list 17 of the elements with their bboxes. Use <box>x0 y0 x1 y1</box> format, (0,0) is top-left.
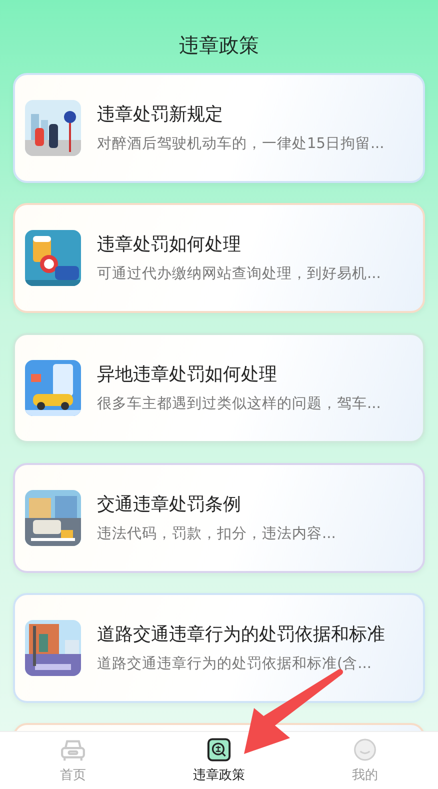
article-summary: 违法代码，罚款，扣分，违法内容... <box>97 524 336 544</box>
article-title: 道路交通违章行为的处罚依据和标准 <box>97 622 385 647</box>
article-card[interactable]: 道路交通违章行为的处罚依据和标准 道路交通违章行为的处罚依据和标准(含... <box>13 593 425 703</box>
article-summary: 对醉酒后驾驶机动车的，一律处15日拘留... <box>97 134 384 154</box>
page-title: 违章政策 <box>179 32 259 59</box>
car-icon <box>58 738 88 762</box>
article-title: 违章处罚如何处理 <box>97 232 242 257</box>
article-title: 交通违章处罚条例 <box>97 492 242 517</box>
article-summary: 道路交通违章行为的处罚依据和标准(含... <box>97 654 372 674</box>
article-card[interactable]: 交通违章处罚条例 违法代码，罚款，扣分，违法内容... <box>13 463 425 573</box>
article-card[interactable]: 违章处罚如何处理 可通过代办缴纳网站查询处理，到好易机... <box>13 203 425 313</box>
article-card[interactable]: 违章处罚新规定 对醉酒后驾驶机动车的，一律处15日拘留... <box>13 73 425 183</box>
article-summary: 很多车主都遇到过类似这样的问题，驾车... <box>97 394 381 414</box>
article-card[interactable]: 异地违章处罚如何处理 很多车主都遇到过类似这样的问题，驾车... <box>13 333 425 443</box>
article-summary: 可通过代办缴纳网站查询处理，到好易机... <box>97 264 381 284</box>
article-title: 违章处罚新规定 <box>97 102 224 127</box>
article-title: 异地违章处罚如何处理 <box>97 362 278 387</box>
